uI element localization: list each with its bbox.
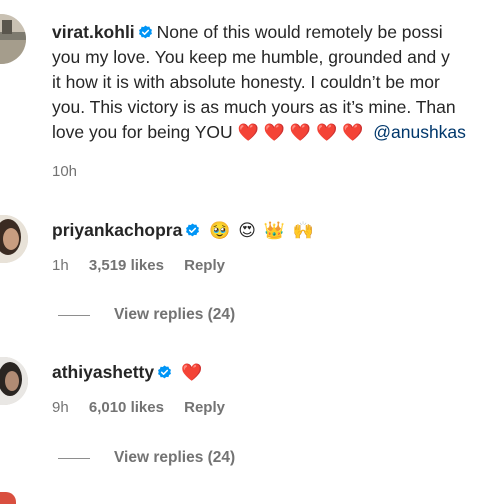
verified-badge-icon (138, 25, 153, 40)
raised-hands-icon: 🙌 (292, 221, 315, 240)
heart-icon: ❤️ (237, 123, 259, 142)
avatar-photo (0, 215, 28, 263)
comment-timestamp: 9h (52, 399, 69, 416)
caption-line-1: virat.kohli None of this would remotely b… (52, 20, 500, 45)
caption-timestamp: 10h (52, 163, 78, 180)
reply-button[interactable]: Reply (184, 257, 225, 274)
mention-link[interactable]: @anushkas (373, 122, 466, 142)
caption-text-line-5: love you for being YOU (52, 122, 233, 142)
view-replies-button[interactable]: View replies (24) (58, 306, 235, 324)
comment-header: priyankachopra 🥹 😍 👑 🙌 (52, 220, 317, 241)
comment-meta: 9h 6,010 likes Reply (52, 399, 241, 416)
comment-meta: 1h 3,519 likes Reply (52, 257, 241, 274)
comment-username[interactable]: athiyashetty (52, 362, 154, 382)
heart-icon: ❤️ (316, 123, 338, 142)
caption-author-avatar[interactable] (0, 14, 26, 64)
verified-badge-icon (185, 223, 200, 238)
heart-icon: ❤️ (342, 123, 364, 142)
like-count[interactable]: 6,010 likes (89, 399, 164, 416)
heart-icon: ❤️ (289, 123, 312, 142)
caption-text-line-4: you. This victory is as much yours as it… (52, 97, 456, 117)
caption-text-line-2: you my love. You keep me humble, grounde… (52, 47, 450, 67)
pleading-face-icon: 🥹 (209, 221, 231, 240)
avatar-photo (0, 14, 26, 64)
comment-header: athiyashetty ❤️ (52, 362, 205, 383)
comment-avatar[interactable] (0, 357, 28, 405)
heart-icon: ❤️ (263, 123, 285, 142)
caption-text-line-1: None of this would remotely be possi (156, 22, 443, 42)
divider-line (58, 457, 90, 459)
view-replies-label: View replies (24) (114, 449, 236, 466)
comment-timestamp: 1h (52, 257, 69, 274)
reply-button[interactable]: Reply (184, 399, 225, 416)
comment-avatar[interactable] (0, 215, 28, 263)
caption-line-5: love you for being YOU ❤️ ❤️ ❤️ ❤️ ❤️ @anush… (52, 120, 500, 145)
heart-icon: ❤️ (181, 363, 203, 382)
comment-username[interactable]: priyankachopra (52, 220, 182, 240)
caption-text-line-3: it how it is with absolute honesty. I co… (52, 72, 440, 92)
caption-meta: 10h (52, 163, 93, 180)
verified-badge-icon (157, 365, 172, 380)
caption-username[interactable]: virat.kohli (52, 22, 135, 42)
like-count[interactable]: 3,519 likes (89, 257, 164, 274)
comment-avatar[interactable] (0, 492, 16, 504)
view-replies-button[interactable]: View replies (24) (58, 449, 235, 467)
divider-line (58, 314, 90, 316)
avatar-photo (0, 357, 28, 405)
caption: virat.kohli None of this would remotely b… (52, 20, 500, 145)
heart-eyes-icon: 😍 (238, 221, 256, 240)
view-replies-label: View replies (24) (114, 306, 236, 323)
crown-icon: 👑 (263, 221, 286, 240)
